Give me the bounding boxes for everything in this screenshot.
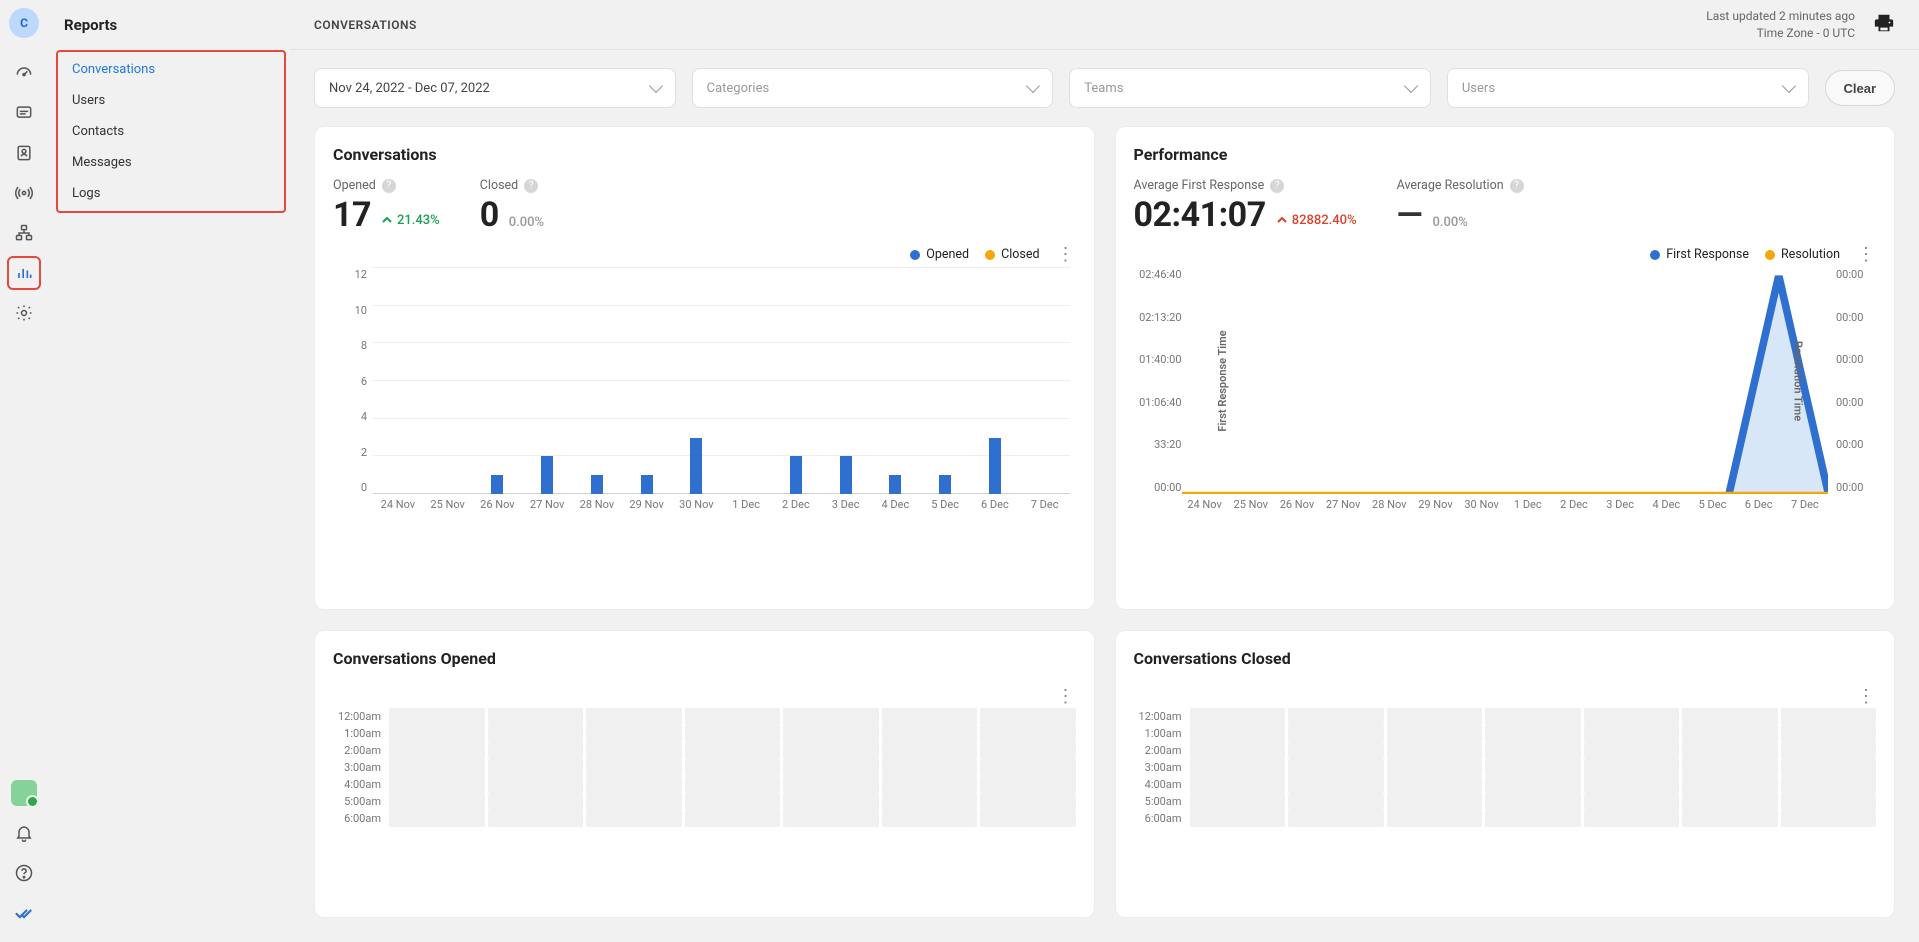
help-icon: [14, 863, 34, 883]
sidebar-item-messages[interactable]: Messages: [58, 147, 284, 178]
help-icon[interactable]: ?: [1270, 179, 1284, 193]
users-placeholder: Users: [1462, 81, 1495, 96]
help-icon[interactable]: ?: [382, 179, 396, 193]
chevron-down-icon: [649, 79, 663, 93]
contact-book-icon: [14, 143, 34, 163]
legend-closed: Closed: [1001, 247, 1039, 262]
metric-closed: Closed?00.00%: [480, 178, 544, 235]
rail-org[interactable]: [7, 216, 41, 250]
clear-filters-button[interactable]: Clear: [1825, 70, 1896, 106]
rail-broadcast[interactable]: [7, 176, 41, 210]
conversations-chart: 12108642024 Nov25 Nov26 Nov27 Nov28 Nov2…: [333, 268, 1076, 518]
org-tree-icon: [14, 223, 34, 243]
conversations-legend: Opened Closed ⋮: [333, 247, 1076, 262]
gear-icon: [14, 303, 34, 323]
bot-avatar-icon: [11, 780, 37, 806]
metric-opened: Opened?1721.43%: [333, 178, 440, 235]
gauge-icon: [14, 63, 34, 83]
main-content: CONVERSATIONS Last updated 2 minutes ago…: [290, 0, 1919, 942]
rail-notifications[interactable]: [7, 816, 41, 850]
rail-brand[interactable]: [7, 896, 41, 930]
nav-rail: C: [0, 0, 48, 942]
conversations-closed-title: Conversations Closed: [1134, 649, 1877, 668]
teams-placeholder: Teams: [1084, 81, 1123, 96]
rail-reports[interactable]: [7, 256, 41, 290]
printer-icon: [1873, 12, 1895, 34]
conversations-card: Conversations Opened?1721.43% Closed?00.0…: [314, 126, 1095, 610]
header-meta: Last updated 2 minutes ago Time Zone - 0…: [1706, 8, 1855, 42]
closed-heatmap: 12:00am1:00am2:00am3:00am4:00am5:00am6:0…: [1134, 708, 1877, 827]
rail-bot-avatar[interactable]: [7, 776, 41, 810]
chart-menu-button[interactable]: ⋮: [1856, 692, 1876, 702]
opened-heatmap: 12:00am1:00am2:00am3:00am4:00am5:00am6:0…: [333, 708, 1076, 827]
date-range-value: Nov 24, 2022 - Dec 07, 2022: [329, 81, 490, 96]
chart-menu-button[interactable]: ⋮: [1856, 250, 1876, 260]
metric-average-first-response: Average First Response?02:41:0782882.40%: [1134, 178, 1357, 235]
sidebar-item-conversations[interactable]: Conversations: [58, 54, 284, 85]
rail-settings[interactable]: [7, 296, 41, 330]
print-button[interactable]: [1873, 12, 1895, 38]
chart-menu-button[interactable]: ⋮: [1056, 250, 1076, 260]
workspace-avatar[interactable]: C: [9, 8, 39, 38]
last-updated: Last updated 2 minutes ago: [1706, 8, 1855, 25]
rail-help[interactable]: [7, 856, 41, 890]
performance-title: Performance: [1134, 145, 1877, 164]
sidebar-item-contacts[interactable]: Contacts: [58, 116, 284, 147]
categories-placeholder: Categories: [707, 81, 770, 96]
chevron-down-icon: [1026, 79, 1040, 93]
chart-menu-button[interactable]: ⋮: [1056, 692, 1076, 702]
metric-average-resolution: Average Resolution?—0.00%: [1397, 178, 1524, 235]
conversations-opened-title: Conversations Opened: [333, 649, 1076, 668]
performance-card: Performance Average First Response?02:41…: [1115, 126, 1896, 610]
help-icon[interactable]: ?: [1510, 179, 1524, 193]
conversations-opened-card: Conversations Opened ⋮ 12:00am1:00am2:00…: [314, 630, 1095, 919]
timezone: Time Zone - 0 UTC: [1706, 25, 1855, 42]
conversations-closed-card: Conversations Closed ⋮ 12:00am1:00am2:00…: [1115, 630, 1896, 919]
sidebar-nav-group: ConversationsUsersContactsMessagesLogs: [56, 50, 286, 213]
legend-resolution: Resolution: [1781, 247, 1840, 262]
double-check-icon: [14, 903, 34, 923]
conversations-title: Conversations: [333, 145, 1076, 164]
chevron-down-icon: [1781, 79, 1795, 93]
reports-sidebar: Reports ConversationsUsersContactsMessag…: [48, 0, 290, 942]
page-title: CONVERSATIONS: [314, 18, 417, 32]
broadcast-icon: [14, 183, 34, 203]
chat-icon: [14, 103, 34, 123]
topbar: CONVERSATIONS Last updated 2 minutes ago…: [290, 0, 1919, 50]
performance-chart: 02:46:4002:13:2001:40:0001:06:4033:2000:…: [1134, 268, 1877, 518]
date-range-select[interactable]: Nov 24, 2022 - Dec 07, 2022: [314, 68, 676, 108]
sidebar-title: Reports: [56, 16, 290, 34]
rail-chat[interactable]: [7, 96, 41, 130]
filter-bar: Nov 24, 2022 - Dec 07, 2022 Categories T…: [290, 50, 1919, 108]
sidebar-item-users[interactable]: Users: [58, 85, 284, 116]
chevron-down-icon: [1404, 79, 1418, 93]
rail-dashboard[interactable]: [7, 56, 41, 90]
legend-opened: Opened: [926, 247, 969, 262]
bell-icon: [14, 823, 34, 843]
bar-chart-icon: [14, 263, 34, 283]
help-icon[interactable]: ?: [524, 179, 538, 193]
performance-legend: First Response Resolution ⋮: [1134, 247, 1877, 262]
legend-firstresponse: First Response: [1666, 247, 1749, 262]
users-select[interactable]: Users: [1447, 68, 1809, 108]
rail-contacts[interactable]: [7, 136, 41, 170]
teams-select[interactable]: Teams: [1069, 68, 1431, 108]
sidebar-item-logs[interactable]: Logs: [58, 178, 284, 209]
categories-select[interactable]: Categories: [692, 68, 1054, 108]
